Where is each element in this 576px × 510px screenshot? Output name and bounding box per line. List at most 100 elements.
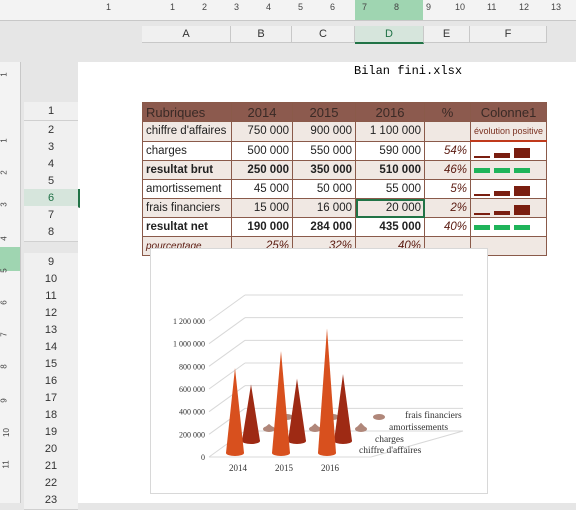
sparkline-cell[interactable] [469, 217, 548, 237]
ruler-number: 13 [551, 2, 562, 12]
cell-value[interactable]: 510 000 [355, 160, 425, 180]
cell-value[interactable]: 50 000 [292, 179, 356, 199]
cell-percent[interactable]: 46% [424, 160, 471, 180]
column-header-c[interactable]: C [292, 26, 355, 43]
top-ruler: 1 1 2 3 4 5 6 7 8 9 10 11 12 13 [0, 0, 576, 21]
x-tick-label: 2015 [275, 463, 294, 473]
ruler-number: 1 [0, 138, 9, 143]
column-header-a[interactable]: A [142, 26, 231, 43]
gridline-left [208, 362, 246, 390]
cell-label[interactable]: charges [142, 140, 232, 161]
header-cell-2016[interactable]: 2016 [355, 102, 425, 122]
table-row: amortissement 45 000 50 000 55 000 5% [142, 179, 548, 199]
cell-value[interactable]: 55 000 [355, 179, 425, 199]
ruler-number: 8 [394, 2, 400, 12]
cell-percent[interactable]: 5% [424, 179, 471, 199]
table-row: resultat net 190 000 284 000 435 000 40% [142, 217, 548, 237]
series-label: chiffre d'affaires [359, 445, 422, 456]
ruler-number: 6 [0, 300, 9, 305]
y-tick-label: 1 200 000 [173, 317, 205, 326]
ruler-number: 1 [170, 2, 176, 12]
row-header[interactable]: 8 [24, 223, 78, 242]
ruler-number: 1 [106, 2, 112, 12]
cell-value[interactable]: 250 000 [231, 160, 293, 180]
file-name-label: Bilan fini.xlsx [354, 64, 463, 78]
header-cell-2014[interactable]: 2014 [231, 102, 293, 122]
cell-label[interactable]: resultat net [142, 217, 232, 237]
cell-value[interactable]: 1 100 000 [355, 121, 425, 142]
cell-value[interactable]: 15 000 [231, 198, 293, 218]
cell-value-selected[interactable]: 20 000 [355, 198, 425, 218]
cone-base [318, 450, 336, 456]
column-header-e[interactable]: E [424, 26, 470, 43]
sparkline-cell[interactable] [469, 198, 548, 218]
cell-value[interactable]: 435 000 [355, 217, 425, 237]
x-tick-label: 2016 [321, 463, 340, 473]
cell-label[interactable]: frais financiers [142, 198, 232, 218]
cone-mark [318, 328, 336, 453]
cell-percent[interactable]: 54% [424, 140, 471, 161]
table-header-row: Rubriques 2014 2015 2016 % Colonne1 [142, 102, 548, 122]
cell-value[interactable]: 590 000 [355, 140, 425, 161]
cell-value[interactable]: 350 000 [292, 160, 356, 180]
y-tick-label: 400 000 [179, 408, 205, 417]
ruler-number: 11 [487, 2, 497, 12]
series-label: amortissements [389, 423, 448, 433]
cell-value[interactable]: 190 000 [231, 217, 293, 237]
cell-value[interactable]: 16 000 [292, 198, 356, 218]
cone-mark [272, 351, 290, 453]
ruler-number: 12 [519, 2, 530, 12]
cone-base [309, 426, 321, 432]
sparkline-cell[interactable] [469, 140, 548, 161]
cell-value[interactable]: 550 000 [292, 140, 356, 161]
cell-value[interactable]: 900 000 [292, 121, 356, 142]
cell-value[interactable]: 284 000 [292, 217, 356, 237]
cone-base [355, 426, 367, 432]
cell-evolution-label[interactable]: évolution positive [469, 121, 548, 142]
cell-percent[interactable] [424, 121, 471, 142]
cell-label[interactable]: resultat brut [142, 160, 232, 180]
header-cell-2015[interactable]: 2015 [292, 102, 356, 122]
cone-base [373, 414, 385, 420]
column-header-d[interactable]: D [355, 26, 424, 44]
ruler-number: 10 [455, 2, 466, 12]
cell-label[interactable]: amortissement [142, 179, 232, 199]
table-row: chiffre d'affaires 750 000 900 000 1 100… [142, 121, 548, 142]
row-header[interactable]: 1 [24, 102, 78, 121]
header-cell-colonne1[interactable]: Colonne1 [469, 102, 548, 122]
cone-mark [242, 384, 260, 441]
sparkline-cell[interactable] [469, 160, 548, 180]
sparkline-win-loss [474, 220, 543, 234]
cell-percent[interactable]: 40% [424, 217, 471, 237]
cell-label[interactable]: chiffre d'affaires [142, 121, 232, 142]
sparkline-win-loss [474, 163, 543, 177]
ruler-number: 7 [0, 332, 9, 337]
sparkline-cell[interactable] [469, 179, 548, 199]
cell-percent[interactable]: 2% [424, 198, 471, 218]
header-cell-rubriques[interactable]: Rubriques [142, 102, 232, 122]
column-header-b[interactable]: B [231, 26, 292, 43]
chart-svg: 0 200 000 400 000 600 000 800 000 1 000 000 1 … [173, 294, 464, 473]
header-cell-percent[interactable]: % [424, 102, 471, 122]
ruler-number: 2 [0, 170, 9, 175]
y-tick-label: 0 [201, 453, 205, 462]
ruler-number: 9 [426, 2, 432, 12]
ruler-number: 10 [1, 428, 11, 437]
y-tick-label: 800 000 [179, 362, 205, 371]
data-table: Rubriques 2014 2015 2016 % Colonne1 chif… [142, 102, 548, 256]
row-header[interactable]: 23 [24, 491, 78, 510]
sparkline-bars [474, 182, 543, 196]
cell-value[interactable]: 750 000 [231, 121, 293, 142]
ruler-number: 4 [0, 236, 9, 241]
column-header-f[interactable]: F [470, 26, 547, 43]
chart-container[interactable]: 0 200 000 400 000 600 000 800 000 1 000 000 1 … [150, 248, 488, 494]
series-label: charges [375, 435, 404, 445]
left-ruler: 1 1 2 3 4 5 6 7 8 9 10 11 [0, 62, 21, 503]
cell-value[interactable]: 45 000 [231, 179, 293, 199]
cone-mark [334, 374, 352, 441]
ruler-number: 1 [0, 72, 9, 77]
sparkline-bars [474, 144, 543, 158]
ruler-number: 3 [0, 202, 9, 207]
ruler-number: 2 [202, 2, 208, 12]
cell-value[interactable]: 500 000 [231, 140, 293, 161]
